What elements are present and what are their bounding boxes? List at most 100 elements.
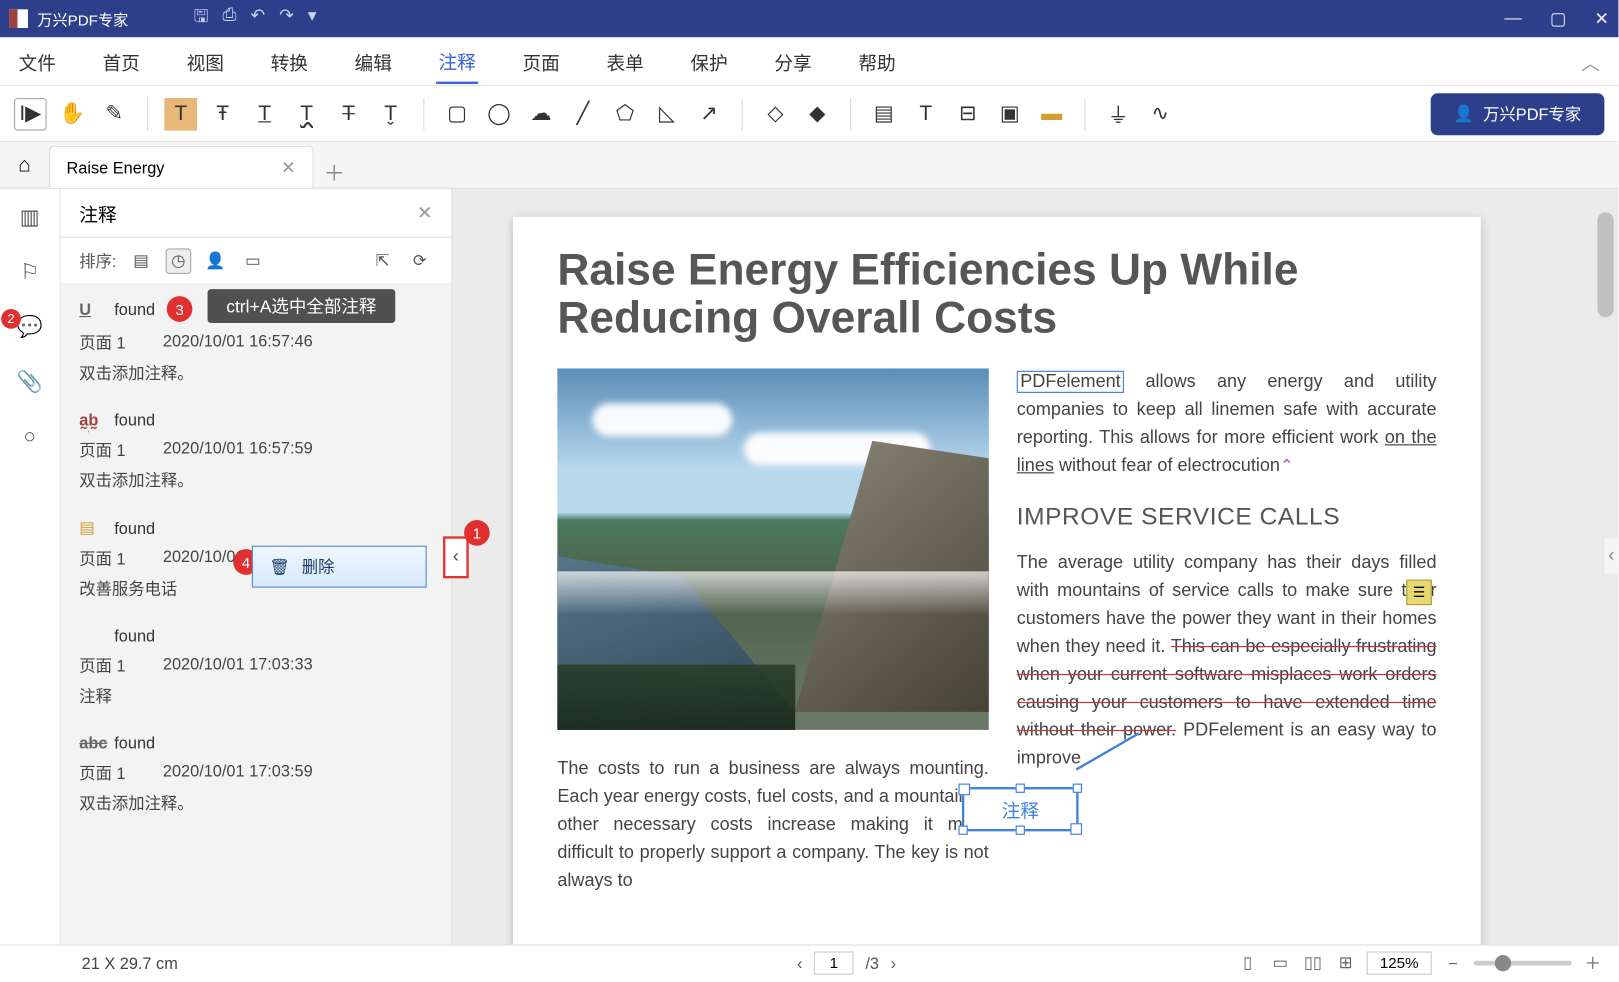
right-panel-toggle-icon[interactable]: ‹ (1604, 539, 1618, 574)
zoom-in-icon[interactable]: ＋ (1581, 951, 1604, 974)
comment-item[interactable]: a̰b̰found 页面 12020/10/01 16:57:59 双击添加注释… (61, 399, 452, 506)
context-delete[interactable]: 🗑 删除 (253, 552, 426, 582)
view-single-icon[interactable]: ▯ (1236, 951, 1259, 974)
zoom-value-input[interactable] (1367, 951, 1432, 974)
caret-tool-icon[interactable]: T̬ (374, 97, 407, 130)
redo-icon[interactable]: ↷ (279, 4, 294, 33)
comment-item[interactable]: U found 3 页面 12020/10/01 16:57:46 双击添加注释… (61, 285, 452, 399)
page-navigator: ‹ /3 › (797, 951, 896, 974)
export-comments-icon[interactable]: ⇱ (370, 248, 396, 274)
menu-protect[interactable]: 保护 (688, 40, 730, 82)
document-paragraph: The costs to run a business are always m… (557, 756, 988, 896)
comment-page: 页面 1 (79, 331, 125, 354)
edit-tool-icon[interactable]: ✎ (98, 97, 131, 130)
sort-time-icon[interactable]: ◷ (165, 248, 191, 274)
view-continuous-icon[interactable]: ▭ (1269, 951, 1292, 974)
strikeout-tool-icon[interactable]: T (332, 97, 365, 130)
callout-tool-icon[interactable]: ▣ (993, 97, 1026, 130)
pencil-tool-icon[interactable]: ◆ (801, 97, 834, 130)
comment-item[interactable]: found 页面 12020/10/01 17:03:33 注释 (61, 614, 452, 721)
polygon-tool-icon[interactable]: ⬠ (609, 97, 642, 130)
comment-note: 双击添加注释。 (79, 792, 432, 815)
textbox-tool-icon[interactable]: ⊟ (951, 97, 984, 130)
expert-button[interactable]: 👤 万兴PDF专家 (1430, 93, 1604, 135)
squiggly-tool-icon[interactable]: T (290, 97, 323, 130)
panel-close-icon[interactable]: ✕ (417, 201, 433, 224)
save-icon[interactable]: 🖫 (194, 4, 209, 33)
thumbnails-icon[interactable]: ▥ (20, 205, 40, 229)
context-menu: 🗑 删除 (252, 546, 427, 588)
rectangle-tool-icon[interactable]: ▢ (441, 97, 474, 130)
polyline-tool-icon[interactable]: ◺ (651, 97, 684, 130)
toolbar-separator (742, 97, 743, 130)
arrow-tool-icon[interactable]: ↗ (693, 97, 726, 130)
menu-edit[interactable]: 编辑 (352, 40, 394, 82)
menu-share[interactable]: 分享 (772, 40, 814, 82)
comment-author: found (114, 518, 155, 537)
document-viewer[interactable]: Raise Energy Efficiencies Up While Reduc… (452, 189, 1618, 945)
menu-comment[interactable]: 注释 (436, 39, 478, 83)
menu-page[interactable]: 页面 (520, 40, 562, 82)
oval-tool-icon[interactable]: ◯ (483, 97, 516, 130)
panel-collapse-handle[interactable]: ‹ (443, 536, 469, 578)
sort-author-icon[interactable]: 👤 (203, 248, 229, 274)
menu-view[interactable]: 视图 (184, 40, 226, 82)
sort-page-icon[interactable]: ▤ (128, 248, 154, 274)
import-comments-icon[interactable]: ⟳ (407, 248, 433, 274)
expert-button-label: 万兴PDF专家 (1483, 102, 1581, 125)
undo-icon[interactable]: ↶ (250, 4, 265, 33)
app-logo-icon (9, 9, 28, 28)
page-number-input[interactable] (814, 951, 854, 974)
attachments-icon[interactable]: 📎 (17, 370, 43, 394)
comment-item[interactable]: abcfound 页面 12020/10/01 17:03:59 双击添加注释。 (61, 722, 452, 829)
zoom-slider[interactable] (1474, 960, 1572, 965)
new-tab-icon[interactable]: ＋ (313, 157, 355, 187)
underline-tool-icon[interactable]: T (248, 97, 281, 130)
print-icon[interactable]: ⎙ (222, 4, 236, 33)
bookmarks-icon[interactable]: ⚐ (20, 260, 39, 284)
context-delete-label: 删除 (302, 555, 335, 578)
sticky-note-marker-icon[interactable]: ☰ (1406, 580, 1432, 606)
area-highlight-tool-icon[interactable]: ▬ (1035, 97, 1068, 130)
attachment-tool-icon[interactable]: ∿ (1144, 97, 1177, 130)
close-tab-icon[interactable]: ✕ (281, 157, 296, 178)
note-tool-icon[interactable]: ▤ (868, 97, 901, 130)
menu-convert[interactable]: 转换 (268, 40, 310, 82)
comment-item[interactable]: ▤found 页面 12020/10/01 17:00:39 改善服务电话 4 … (61, 506, 452, 614)
qat-dropdown-icon[interactable]: ▾ (308, 4, 317, 33)
highlight-tool-icon[interactable]: T (164, 97, 197, 130)
minimize-icon[interactable]: ― (1504, 8, 1521, 29)
sort-type-icon[interactable]: ▭ (240, 248, 266, 274)
stamp-tool-icon[interactable]: ⏚ (1102, 97, 1135, 130)
typewriter-tool-icon[interactable]: T (909, 97, 942, 130)
prev-page-icon[interactable]: ‹ (797, 953, 802, 972)
maximize-icon[interactable]: ▢ (1550, 8, 1567, 29)
document-image (557, 369, 988, 730)
zoom-out-icon[interactable]: − (1441, 951, 1464, 974)
tool-2-icon[interactable]: Ŧ (206, 97, 239, 130)
line-tool-icon[interactable]: ╱ (567, 97, 600, 130)
callout-annotation[interactable]: 注释 (962, 787, 1079, 831)
home-tab-icon[interactable]: ⌂ (0, 141, 49, 188)
menu-help[interactable]: 帮助 (856, 40, 898, 82)
trash-icon: 🗑 (269, 557, 290, 577)
scrollbar-thumb[interactable] (1597, 212, 1613, 317)
next-page-icon[interactable]: › (891, 953, 896, 972)
menu-file[interactable]: 文件 (16, 40, 58, 82)
comment-author: found (114, 733, 155, 752)
comment-date: 2020/10/01 17:03:59 (163, 761, 313, 784)
menu-collapse-icon[interactable]: ︿ (1579, 40, 1602, 82)
hand-tool-icon[interactable]: ✋ (56, 97, 89, 130)
comment-page: 页面 1 (79, 547, 125, 570)
view-facing-icon[interactable]: ▯▯ (1301, 951, 1324, 974)
view-grid-icon[interactable]: ⊞ (1334, 951, 1357, 974)
menu-form[interactable]: 表单 (604, 40, 646, 82)
select-tool-icon[interactable]: I▶ (14, 97, 47, 130)
eraser-tool-icon[interactable]: ◇ (759, 97, 792, 130)
close-window-icon[interactable]: ✕ (1594, 8, 1609, 29)
search-panel-icon[interactable]: ○ (23, 424, 36, 448)
sort-label: 排序: (79, 249, 116, 272)
cloud-tool-icon[interactable]: ☁ (525, 97, 558, 130)
document-tab[interactable]: Raise Energy ✕ (49, 146, 313, 188)
menu-home[interactable]: 首页 (100, 40, 142, 82)
